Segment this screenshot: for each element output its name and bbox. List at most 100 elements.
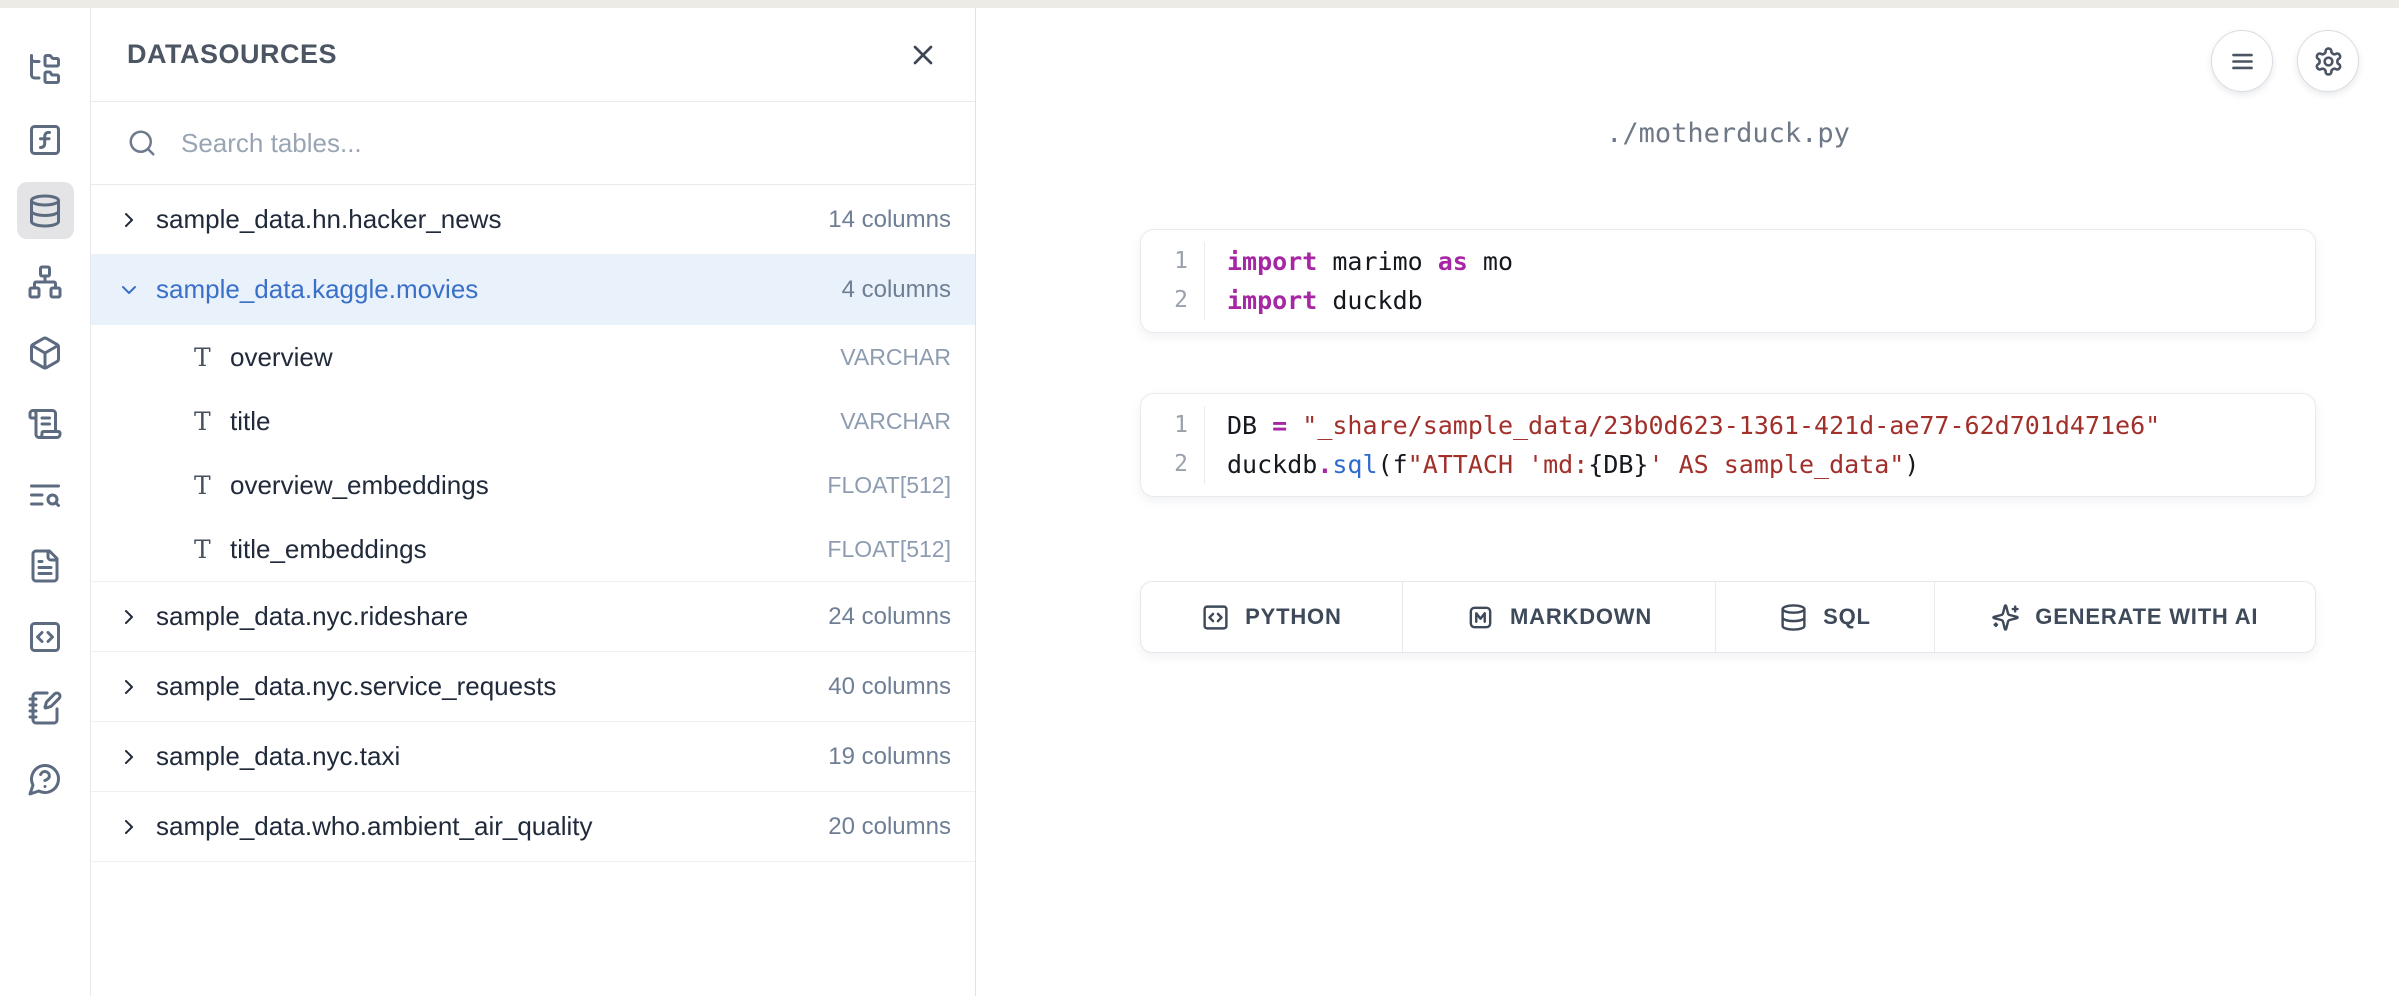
- tables-list: sample_data.hn.hacker_news14 columnssamp…: [91, 185, 975, 996]
- settings-button[interactable]: [2297, 30, 2359, 92]
- line-numbers: 12: [1141, 406, 1205, 484]
- column-row[interactable]: Ttitle_embeddingsFLOAT[512]: [91, 517, 975, 581]
- code-editor[interactable]: import marimo as moimport duckdb: [1205, 242, 2315, 320]
- table-row[interactable]: sample_data.kaggle.movies4 columns: [91, 255, 975, 325]
- table-column-count: 4 columns: [842, 276, 951, 304]
- datasources-panel: DATASOURCES sample_data.hn.hacker_news14…: [91, 8, 976, 996]
- gear-icon: [2313, 46, 2344, 77]
- add-cell-button-label: PYTHON: [1245, 604, 1341, 630]
- table-name: sample_data.kaggle.movies: [156, 274, 842, 305]
- rail-item-documentation[interactable]: [17, 537, 74, 594]
- table-name: sample_data.nyc.rideshare: [156, 601, 828, 632]
- dependency-graph-icon: [27, 264, 63, 300]
- rail-item-tracebacks[interactable]: [17, 466, 74, 523]
- table-column-count: 20 columns: [828, 813, 951, 841]
- notebook-pen-icon: [27, 690, 63, 726]
- column-name: title_embeddings: [230, 534, 827, 565]
- table-search: [91, 102, 975, 185]
- column-name: title: [230, 406, 840, 437]
- notebook-filename[interactable]: ./motherduck.py: [1140, 118, 2316, 149]
- column-type: FLOAT[512]: [827, 472, 951, 499]
- table-name: sample_data.hn.hacker_news: [156, 204, 828, 235]
- hamburger-icon: [2227, 46, 2258, 77]
- column-row[interactable]: TtitleVARCHAR: [91, 389, 975, 453]
- file-tree-icon: [27, 51, 63, 87]
- code-square-icon: [1201, 603, 1230, 632]
- chevron-down-icon: [117, 278, 141, 302]
- column-name: overview: [230, 342, 840, 373]
- add-python-cell-button[interactable]: PYTHON: [1141, 582, 1403, 652]
- search-input[interactable]: [179, 127, 939, 160]
- column-type: FLOAT[512]: [827, 536, 951, 563]
- table-name: sample_data.nyc.service_requests: [156, 671, 828, 702]
- function-square-icon: [27, 122, 63, 158]
- package-box-icon: [27, 335, 63, 371]
- line-numbers: 12: [1141, 242, 1205, 320]
- rail-item-help[interactable]: [17, 750, 74, 807]
- chevron-right-icon: [117, 815, 141, 839]
- window-top-edge: [0, 0, 2399, 8]
- marimo-app: DATASOURCES sample_data.hn.hacker_news14…: [0, 8, 2399, 996]
- close-icon[interactable]: [907, 39, 939, 71]
- rail-item-datasources[interactable]: [17, 182, 74, 239]
- rail-item-packages[interactable]: [17, 324, 74, 381]
- datasources-header: DATASOURCES: [91, 8, 975, 102]
- database-icon: [1779, 603, 1808, 632]
- table-name: sample_data.nyc.taxi: [156, 741, 828, 772]
- code-cell[interactable]: 12DB = "_share/sample_data/23b0d623-1361…: [1140, 393, 2316, 497]
- chevron-right-icon: [117, 745, 141, 769]
- notebook-document: ./motherduck.py 12import marimo as moimp…: [1140, 8, 2316, 653]
- table-name: sample_data.who.ambient_air_quality: [156, 811, 828, 842]
- code-square-icon: [27, 619, 63, 655]
- table-row[interactable]: sample_data.nyc.rideshare24 columns: [91, 582, 975, 652]
- panel-title: DATASOURCES: [127, 39, 337, 70]
- add-cell-button-label: MARKDOWN: [1510, 604, 1652, 630]
- table-row[interactable]: sample_data.who.ambient_air_quality20 co…: [91, 792, 975, 862]
- rail-item-logs[interactable]: [17, 395, 74, 452]
- scroll-icon: [27, 406, 63, 442]
- rail-item-scratchpad[interactable]: [17, 679, 74, 736]
- column-type: VARCHAR: [840, 344, 951, 371]
- table-row[interactable]: sample_data.nyc.taxi19 columns: [91, 722, 975, 792]
- notebook-menu-button[interactable]: [2211, 30, 2273, 92]
- table-row[interactable]: sample_data.nyc.service_requests40 colum…: [91, 652, 975, 722]
- table-row[interactable]: sample_data.hn.hacker_news14 columns: [91, 185, 975, 255]
- column-name: overview_embeddings: [230, 470, 827, 501]
- column-type-text-icon: T: [194, 535, 230, 564]
- chat-question-icon: [27, 761, 63, 797]
- sparkles-icon: [1991, 603, 2020, 632]
- column-type: VARCHAR: [840, 408, 951, 435]
- add-cell-bar: PYTHON MARKDOWN SQL GENERATE WITH AI: [1140, 581, 2316, 653]
- column-type-text-icon: T: [194, 343, 230, 372]
- column-row[interactable]: Toverview_embeddingsFLOAT[512]: [91, 453, 975, 517]
- add-cell-button-label: SQL: [1823, 604, 1871, 630]
- table-column-count: 40 columns: [828, 673, 951, 701]
- chevron-right-icon: [117, 605, 141, 629]
- markdown-icon: [1466, 603, 1495, 632]
- add-markdown-cell-button[interactable]: MARKDOWN: [1403, 582, 1716, 652]
- list-search-icon: [27, 477, 63, 513]
- table-column-count: 19 columns: [828, 743, 951, 771]
- rail-item-file-explorer[interactable]: [17, 40, 74, 97]
- generate-with-ai-button[interactable]: GENERATE WITH AI: [1935, 582, 2315, 652]
- icon-rail: [0, 8, 91, 996]
- column-type-text-icon: T: [194, 407, 230, 436]
- header-actions: [2211, 30, 2359, 92]
- table-column-count: 24 columns: [828, 603, 951, 631]
- table-columns-group: ToverviewVARCHARTtitleVARCHARToverview_e…: [91, 325, 975, 582]
- notebook-main: ./motherduck.py 12import marimo as moimp…: [976, 8, 2399, 996]
- add-sql-cell-button[interactable]: SQL: [1716, 582, 1934, 652]
- code-editor[interactable]: DB = "_share/sample_data/23b0d623-1361-4…: [1205, 406, 2315, 484]
- column-row[interactable]: ToverviewVARCHAR: [91, 325, 975, 389]
- rail-item-dependency-graph[interactable]: [17, 253, 74, 310]
- rail-item-snippets[interactable]: [17, 608, 74, 665]
- search-icon: [127, 128, 157, 158]
- chevron-right-icon: [117, 208, 141, 232]
- database-icon: [27, 193, 63, 229]
- column-type-text-icon: T: [194, 471, 230, 500]
- cells-container: 12import marimo as moimport duckdb12DB =…: [1140, 229, 2316, 497]
- add-cell-button-label: GENERATE WITH AI: [2035, 604, 2258, 630]
- table-column-count: 14 columns: [828, 206, 951, 234]
- code-cell[interactable]: 12import marimo as moimport duckdb: [1140, 229, 2316, 333]
- rail-item-variables[interactable]: [17, 111, 74, 168]
